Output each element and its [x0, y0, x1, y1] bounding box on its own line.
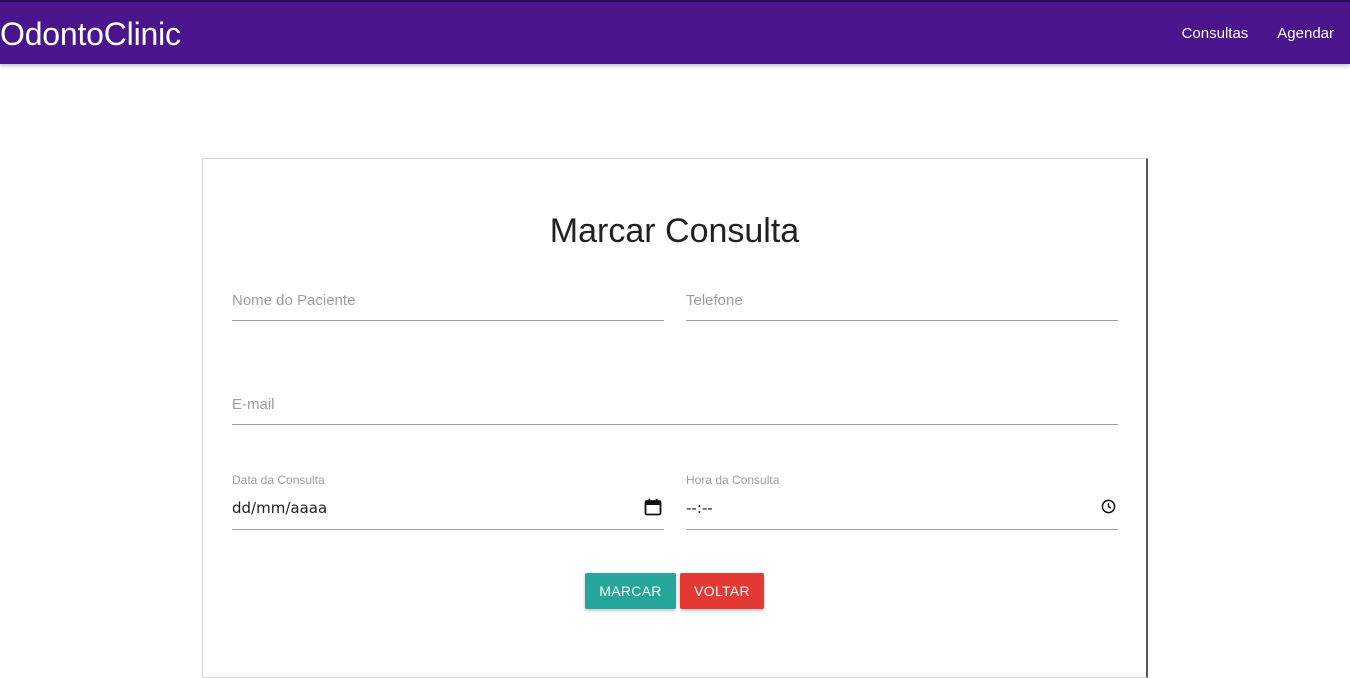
appointment-form-card: Marcar Consulta Data da Consulta dd/mm/a…	[202, 158, 1148, 678]
phone-field	[686, 281, 1118, 321]
time-field[interactable]: --:--	[686, 490, 1118, 530]
nav-link-consultas[interactable]: Consultas	[1182, 25, 1249, 42]
email-underline	[232, 424, 1118, 425]
voltar-button[interactable]: VOLTAR	[680, 573, 764, 609]
calendar-icon[interactable]	[644, 498, 662, 521]
patient-name-underline	[232, 320, 664, 321]
phone-input[interactable]	[686, 281, 1118, 319]
patient-name-field	[232, 281, 664, 321]
nav-links: Consultas Agendar	[1153, 2, 1334, 64]
patient-name-input[interactable]	[232, 281, 664, 319]
date-underline	[232, 529, 664, 530]
time-underline	[686, 529, 1118, 530]
date-label: Data da Consulta	[232, 473, 325, 487]
form-title: Marcar Consulta	[549, 212, 800, 250]
date-value: dd/mm/aaaa	[232, 499, 328, 517]
brand-logo[interactable]: OdontoClinic	[0, 14, 181, 54]
nav-link-agendar[interactable]: Agendar	[1277, 25, 1334, 42]
phone-underline	[686, 320, 1118, 321]
time-value: --:--	[686, 499, 713, 517]
email-input[interactable]	[232, 385, 1118, 423]
time-label: Hora da Consulta	[686, 473, 780, 487]
date-field[interactable]: dd/mm/aaaa	[232, 490, 664, 530]
clock-icon[interactable]	[1101, 499, 1116, 519]
email-field	[232, 385, 1118, 425]
marcar-button[interactable]: MARCAR	[585, 573, 676, 609]
top-navbar: OdontoClinic Consultas Agendar	[0, 0, 1350, 64]
